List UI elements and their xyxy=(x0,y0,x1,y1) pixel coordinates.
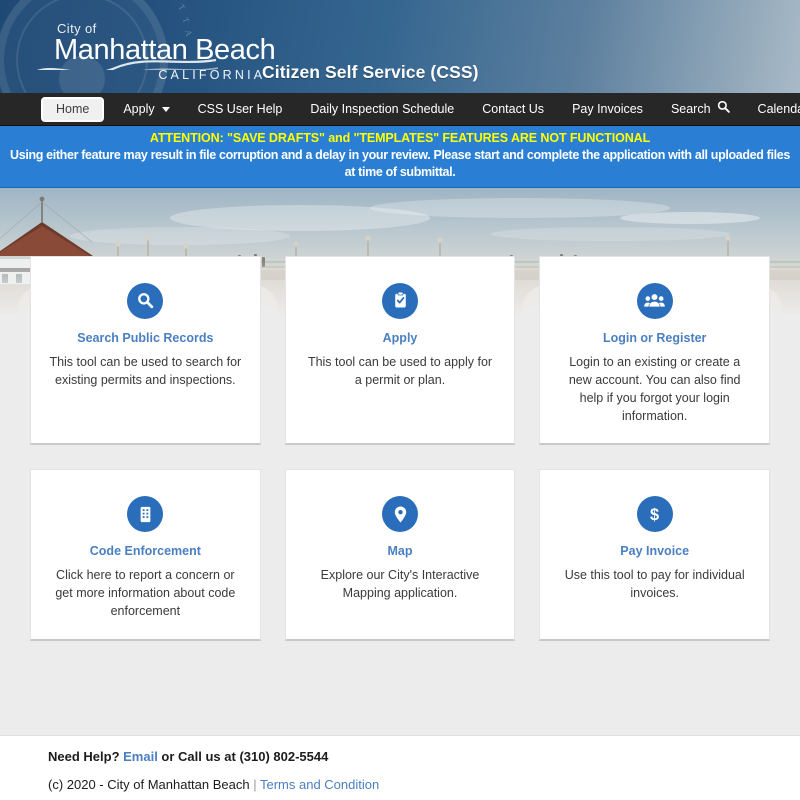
tile-description: Explore our City's Interactive Mapping a… xyxy=(320,568,480,601)
alert-banner: ATTENTION: "SAVE DRAFTS" and "TEMPLATES"… xyxy=(0,126,800,188)
nav-item-css-user-help-label: CSS User Help xyxy=(197,101,283,116)
city-logo[interactable]: City of Manhattan Beach CALIFORNIA xyxy=(54,21,276,82)
tile-description: Click here to report a concern or get mo… xyxy=(55,568,236,619)
nav-item-search-label: Search xyxy=(670,101,711,116)
nav-item-calendar-label: Calendar xyxy=(757,101,800,116)
svg-text:$: $ xyxy=(650,506,659,524)
search-icon xyxy=(127,282,164,319)
tile-title[interactable]: Apply xyxy=(304,331,497,345)
tile-description: This tool can be used to search for exis… xyxy=(49,354,242,387)
clipboard-check-icon xyxy=(382,282,418,319)
footer-terms-link[interactable]: Terms and Condition xyxy=(260,777,379,792)
nav-item-css-user-help[interactable]: CSS User Help xyxy=(184,93,297,126)
footer-separator: | xyxy=(253,777,260,792)
nav-item-pay-invoices[interactable]: Pay Invoices xyxy=(558,93,657,126)
site-footer: Need Help? Email or Call us at (310) 802… xyxy=(0,735,800,800)
alert-body: Using either feature may result in file … xyxy=(10,147,790,179)
tile-map[interactable]: Map Explore our City's Interactive Mappi… xyxy=(284,469,516,641)
logo-city-name: Manhattan Beach xyxy=(54,34,276,67)
building-icon xyxy=(127,496,164,533)
tile-grid: Search Public Records This tool can be u… xyxy=(0,255,800,641)
footer-copyright-line: (c) 2020 - City of Manhattan Beach | Ter… xyxy=(48,777,770,792)
nav-item-apply-label: Apply xyxy=(123,101,155,116)
footer-help-suffix: or Call us at (310) 802-5544 xyxy=(157,749,329,764)
footer-email-link[interactable]: Email xyxy=(123,749,158,764)
nav-item-pay-invoices-label: Pay Invoices xyxy=(572,101,643,116)
tile-description: Login to an existing or create a new acc… xyxy=(568,354,741,423)
nav-item-apply[interactable]: Apply xyxy=(109,93,183,126)
nav-item-contact-us[interactable]: Contact Us xyxy=(468,93,558,126)
nav-item-calendar[interactable]: Calendar 0 xyxy=(744,93,800,126)
footer-copyright-text: (c) 2020 - City of Manhattan Beach xyxy=(48,777,254,792)
nav-item-home[interactable]: Home xyxy=(41,96,105,122)
tile-search-public-records[interactable]: Search Public Records This tool can be u… xyxy=(30,255,261,446)
tile-description: Use this tool to pay for individual invo… xyxy=(564,568,745,601)
footer-help-line: Need Help? Email or Call us at (310) 802… xyxy=(48,749,770,764)
nav-item-home-label: Home xyxy=(56,101,90,116)
nav-item-contact-us-label: Contact Us xyxy=(482,101,545,116)
main-navigation: Home Apply CSS User Help Daily Inspectio… xyxy=(0,93,800,126)
footer-help-prefix: Need Help? xyxy=(48,749,124,764)
tile-pay-invoice[interactable]: $ Pay Invoice Use this tool to pay for i… xyxy=(539,469,771,641)
tile-title[interactable]: Search Public Records xyxy=(49,331,242,345)
nav-item-daily-inspection-schedule-label: Daily Inspection Schedule xyxy=(310,101,455,116)
tile-code-enforcement[interactable]: Code Enforcement Click here to report a … xyxy=(30,469,261,641)
tile-title[interactable]: Pay Invoice xyxy=(558,544,751,558)
map-pin-icon xyxy=(382,496,418,533)
search-icon xyxy=(717,93,730,126)
alert-headline: ATTENTION: "SAVE DRAFTS" and "TEMPLATES"… xyxy=(149,131,651,145)
page-root: C I T Y O F M A N H A T T A City of xyxy=(0,0,800,800)
chevron-down-icon xyxy=(161,106,170,112)
tile-title[interactable]: Login or Register xyxy=(558,331,751,345)
users-icon xyxy=(636,282,673,319)
tile-row-2: Code Enforcement Click here to report a … xyxy=(30,469,771,641)
tile-row-1: Search Public Records This tool can be u… xyxy=(30,255,771,446)
tile-title[interactable]: Map xyxy=(304,544,497,558)
site-header: C I T Y O F M A N H A T T A City of xyxy=(0,0,800,93)
nav-item-search[interactable]: Search xyxy=(657,93,744,126)
nav-item-daily-inspection-schedule[interactable]: Daily Inspection Schedule xyxy=(296,93,468,126)
tile-description: This tool can be used to apply for a per… xyxy=(307,354,493,387)
page-title: Citizen Self Service (CSS) xyxy=(262,62,479,82)
tile-login-or-register[interactable]: Login or Register Login to an existing o… xyxy=(539,255,771,446)
tile-apply[interactable]: Apply This tool can be used to apply for… xyxy=(284,255,516,446)
tile-title[interactable]: Code Enforcement xyxy=(49,544,242,558)
logo-state: CALIFORNIA xyxy=(158,67,266,82)
dollar-icon: $ xyxy=(636,496,673,533)
